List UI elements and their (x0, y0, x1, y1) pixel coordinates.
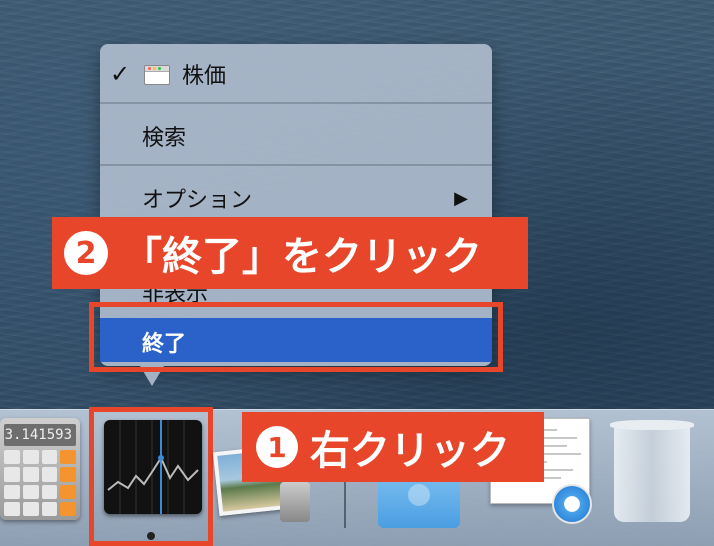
submenu-arrow-icon: ▶ (454, 187, 468, 209)
step-number-badge: 1 (256, 426, 298, 468)
safari-icon[interactable] (552, 484, 592, 524)
annotation-step-1: 1 右クリック (242, 412, 544, 482)
calculator-display: 3.141593 (4, 424, 76, 446)
annotation-step-2: 2 「終了」をクリック (52, 217, 528, 289)
trash-icon[interactable] (610, 420, 694, 522)
menu-item-label: オプション (142, 188, 253, 213)
highlight-quit-box (89, 302, 503, 372)
menu-item-label: 検索 (142, 126, 187, 151)
menu-separator (100, 102, 492, 104)
annotation-text: 右クリック (310, 428, 510, 474)
menu-item-search[interactable]: 検索 (100, 114, 492, 158)
menu-item-label: 株価 (182, 64, 227, 89)
menu-item-options[interactable]: オプション ▶ (100, 176, 492, 220)
window-icon (144, 65, 170, 85)
menu-item-stock-window[interactable]: ✓ 株価 (100, 52, 492, 96)
checkmark-icon: ✓ (110, 60, 131, 88)
menu-separator (100, 164, 492, 166)
annotation-text: 「終了」をクリック (122, 234, 482, 280)
step-number-badge: 2 (64, 231, 108, 275)
calculator-icon[interactable]: 3.141593 (0, 418, 80, 520)
highlight-stocks-box (89, 407, 213, 546)
calculator-keys (4, 450, 76, 516)
photo-jar-icon (280, 482, 310, 522)
